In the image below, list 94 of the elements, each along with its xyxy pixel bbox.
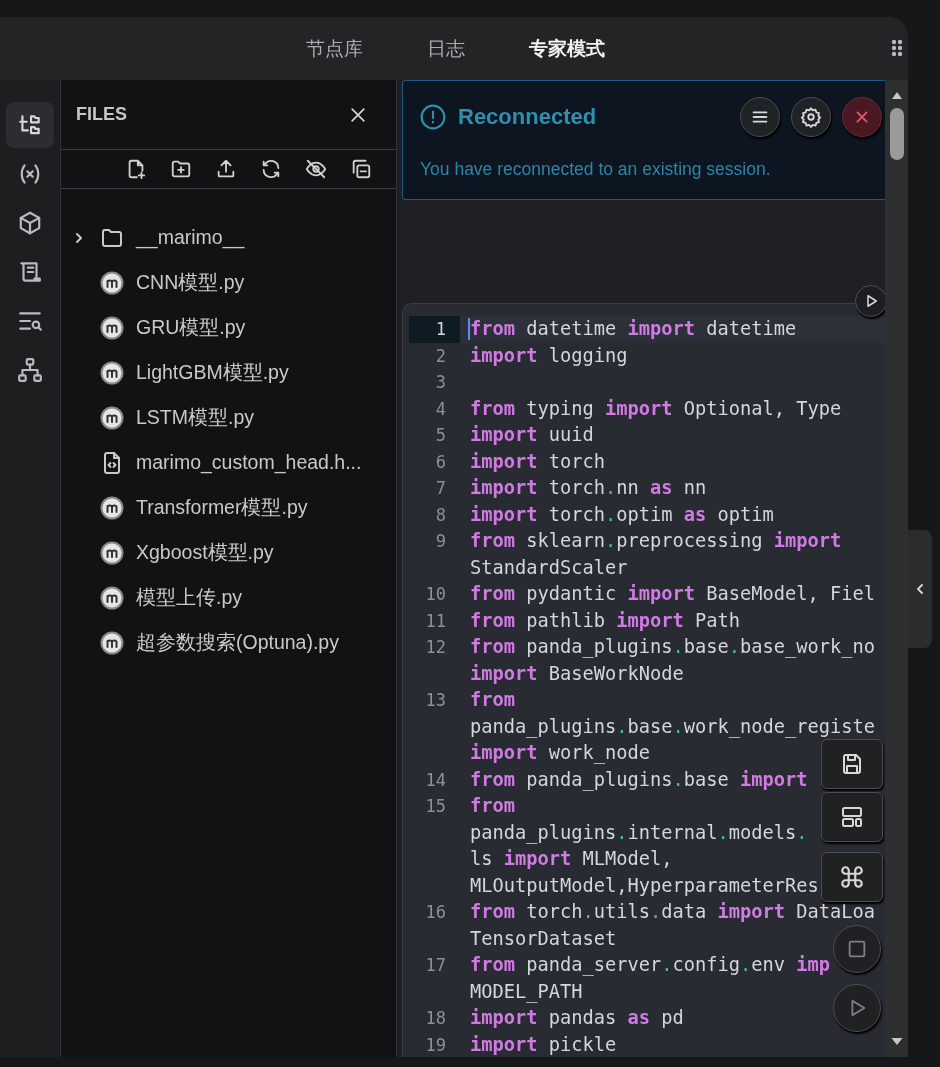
notification-message: You have reconnected to an existing session. (420, 159, 772, 180)
line-number: 11 (424, 609, 447, 633)
file-name[interactable]: 超参数搜索(Optuna).py (136, 629, 339, 656)
code-line: from typing import Optional, Type (469, 396, 842, 421)
code-line: from pydantic import BaseModel, Fiel (469, 582, 876, 606)
line-number: 4 (434, 397, 447, 421)
line-number: 10 (424, 583, 447, 606)
notebook-file-icon (100, 540, 124, 565)
code-line: from panda_server.config.env imp (469, 953, 831, 978)
cube-icon (17, 210, 43, 236)
code-line: TensorDataset (469, 926, 617, 951)
code-line: StandardScaler (469, 555, 628, 580)
file-name[interactable]: marimo_custom_head.h... (136, 451, 362, 474)
file-name[interactable]: 模型上传.py (136, 584, 242, 611)
file-name[interactable]: LSTM模型.py (136, 404, 255, 431)
code-line: ls import MLModel, (469, 847, 673, 871)
command-icon (839, 864, 865, 890)
code-line: import torch.optim as optim (469, 502, 774, 527)
file-name[interactable]: LightGBM模型.py (136, 359, 289, 386)
line-number: 15 (424, 795, 447, 818)
line-number: 2 (434, 344, 447, 368)
tab[interactable]: 节点库 (305, 27, 363, 70)
file-name[interactable]: GRU模型.py (136, 314, 246, 341)
command-button[interactable] (821, 852, 883, 902)
code-line: panda_plugins.internal.models. (469, 820, 808, 846)
save-icon (840, 752, 864, 776)
settings-icon (800, 106, 822, 128)
file-name[interactable]: CNN模型.py (136, 269, 245, 296)
line-number: 18 (424, 1007, 447, 1030)
code-line: from sklearn.preprocessing import (469, 529, 842, 553)
code-line: panda_plugins.base.work_node_registe (469, 714, 876, 740)
upload-icon[interactable] (215, 158, 237, 180)
notebook-file-icon (100, 270, 124, 295)
code-line: import BaseWorkNode (469, 661, 684, 686)
eye-off-icon[interactable] (305, 158, 327, 180)
code-editor[interactable] (402, 303, 885, 1057)
notebook-file-icon (100, 360, 124, 385)
code-line: from pathlib import Path (469, 608, 741, 633)
line-number: 1 (409, 316, 460, 343)
file-name[interactable]: Transformer模型.py (136, 494, 308, 521)
chevron-left-icon (914, 583, 926, 595)
info-icon (420, 104, 446, 130)
hierarchy-icon (17, 357, 43, 383)
notification-title: Reconnected (458, 104, 597, 130)
code-line: from (469, 688, 515, 712)
panel-title: FILES (76, 104, 127, 125)
drag-handle-icon[interactable] (891, 39, 903, 57)
code-line: from (469, 794, 515, 818)
code-line: import pickle (469, 1032, 617, 1057)
menu-button[interactable] (740, 97, 780, 137)
refresh-icon[interactable] (260, 158, 282, 180)
code-line: from panda_plugins.base.base_work_no (469, 635, 876, 660)
tab[interactable]: 日志 (426, 27, 465, 70)
stop-icon (846, 938, 868, 960)
file-tree-tab[interactable] (6, 102, 54, 148)
code-line: MODEL_PATH (469, 979, 583, 1005)
settings-button[interactable] (791, 97, 831, 137)
line-number: 12 (424, 636, 447, 659)
code-line: import pandas as pd (469, 1006, 684, 1030)
notebook-file-icon (100, 315, 124, 340)
file-name[interactable]: Xgboost模型.py (136, 539, 274, 566)
run-cell-button[interactable] (855, 285, 885, 317)
collapse-all-icon[interactable] (350, 158, 372, 180)
new-folder-icon[interactable] (170, 158, 192, 180)
line-number: 8 (434, 503, 447, 527)
line-number: 14 (424, 768, 447, 792)
line-number: 9 (434, 530, 447, 553)
save-button[interactable] (821, 739, 883, 789)
code-line: import work_node (469, 741, 651, 766)
code-line: from panda_plugins.base import (469, 767, 808, 793)
code-line: import torch.nn as nn (469, 476, 707, 500)
notebook-file-icon (100, 630, 124, 655)
folder-name[interactable]: __marimo__ (136, 226, 245, 249)
line-number: 5 (434, 424, 447, 447)
notebook-file-icon (100, 585, 124, 610)
code-line: from torch.utils.data import DataLoa (469, 900, 876, 924)
line-number: 16 (424, 901, 447, 924)
chevron-right-icon[interactable] (73, 231, 85, 244)
scroll-icon (17, 259, 43, 285)
notebook-file-icon (100, 405, 124, 430)
code-line: MLOutputModel,HyperparameterRes (469, 873, 819, 898)
line-number: 17 (424, 954, 447, 977)
code-line: import uuid (469, 423, 594, 447)
close-button[interactable] (842, 97, 882, 137)
code-line: import logging (469, 343, 628, 368)
layout-button[interactable] (821, 792, 883, 842)
line-number: 13 (424, 689, 447, 712)
line-number: 3 (434, 371, 447, 394)
layout-icon (840, 805, 864, 829)
notebook-file-icon (100, 495, 124, 520)
line-number: 7 (434, 477, 447, 500)
line-number: 19 (424, 1033, 447, 1057)
code-line: import torch (469, 449, 606, 474)
line-number: 6 (434, 450, 447, 474)
